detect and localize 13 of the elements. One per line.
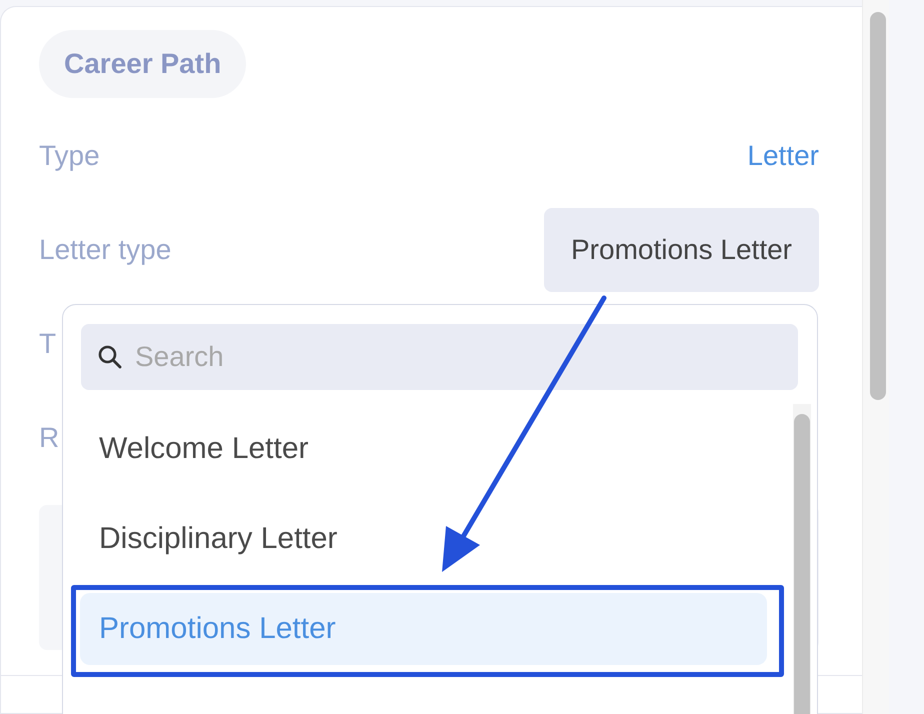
letter-type-select[interactable]: Promotions Letter <box>544 208 819 292</box>
category-chip: Career Path <box>39 30 246 98</box>
scrollbar[interactable] <box>862 0 889 714</box>
field-label: Letter type <box>39 234 172 266</box>
field-value: Letter <box>747 140 819 172</box>
search-field[interactable]: Search <box>81 324 798 390</box>
dropdown-option[interactable]: Welcome Letter <box>80 413 767 485</box>
search-icon <box>97 344 123 370</box>
dropdown-option[interactable]: Disciplinary Letter <box>80 503 767 575</box>
list-scrollbar[interactable] <box>793 404 811 714</box>
field-label: Type <box>39 140 100 172</box>
field-label: R <box>39 422 60 454</box>
field-label: T <box>39 328 56 360</box>
